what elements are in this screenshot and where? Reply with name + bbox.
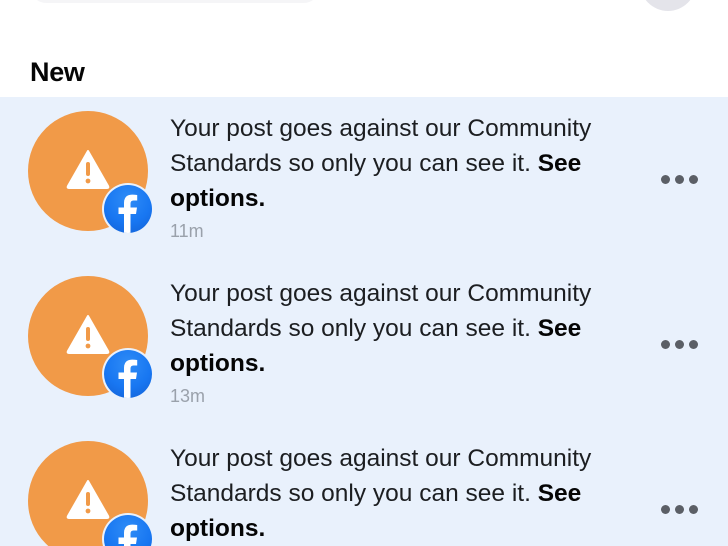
facebook-icon (118, 194, 138, 233)
notification-text: Your post goes against our Community Sta… (170, 111, 650, 216)
warning-icon (66, 480, 110, 519)
notification-item[interactable]: Your post goes against our Community Sta… (0, 262, 728, 427)
more-dots-icon (674, 504, 684, 514)
notification-timestamp: 13m (170, 386, 206, 406)
more-dots-icon (688, 174, 698, 184)
notification-item[interactable]: Your post goes against our Community Sta… (0, 97, 728, 262)
more-options-button[interactable] (654, 497, 704, 521)
notification-text: Your post goes against our Community Sta… (170, 276, 650, 381)
warning-icon (66, 150, 110, 189)
notification-message: Your post goes against our Community Sta… (170, 445, 592, 507)
facebook-badge (102, 348, 154, 400)
facebook-badge (102, 183, 154, 235)
notification-text: Your post goes against our Community Sta… (170, 441, 650, 546)
more-dots-icon (660, 174, 670, 184)
notification-message: Your post goes against our Community Sta… (170, 115, 592, 177)
top-bar (0, 0, 728, 14)
facebook-icon (118, 524, 138, 546)
facebook-badge (102, 513, 154, 546)
more-options-button[interactable] (654, 167, 704, 191)
notifications-page: New Your post goes against our Community… (0, 0, 728, 546)
notification-message: Your post goes against our Community Sta… (170, 280, 592, 342)
facebook-icon (118, 359, 138, 398)
notification-list: Your post goes against our Community Sta… (0, 97, 728, 546)
more-dots-icon (674, 174, 684, 184)
warning-icon (66, 315, 110, 354)
more-options-button[interactable] (654, 332, 704, 356)
notification-timestamp: 11m (170, 221, 204, 241)
more-dots-icon (674, 339, 684, 349)
more-dots-icon (660, 339, 670, 349)
more-dots-icon (660, 504, 670, 514)
more-dots-icon (688, 339, 698, 349)
search-bar[interactable] (30, 0, 320, 3)
section-title-new: New (30, 57, 85, 87)
more-dots-icon (688, 504, 698, 514)
notification-item[interactable]: Your post goes against our Community Sta… (0, 427, 728, 546)
header-circle-button[interactable] (640, 0, 696, 11)
